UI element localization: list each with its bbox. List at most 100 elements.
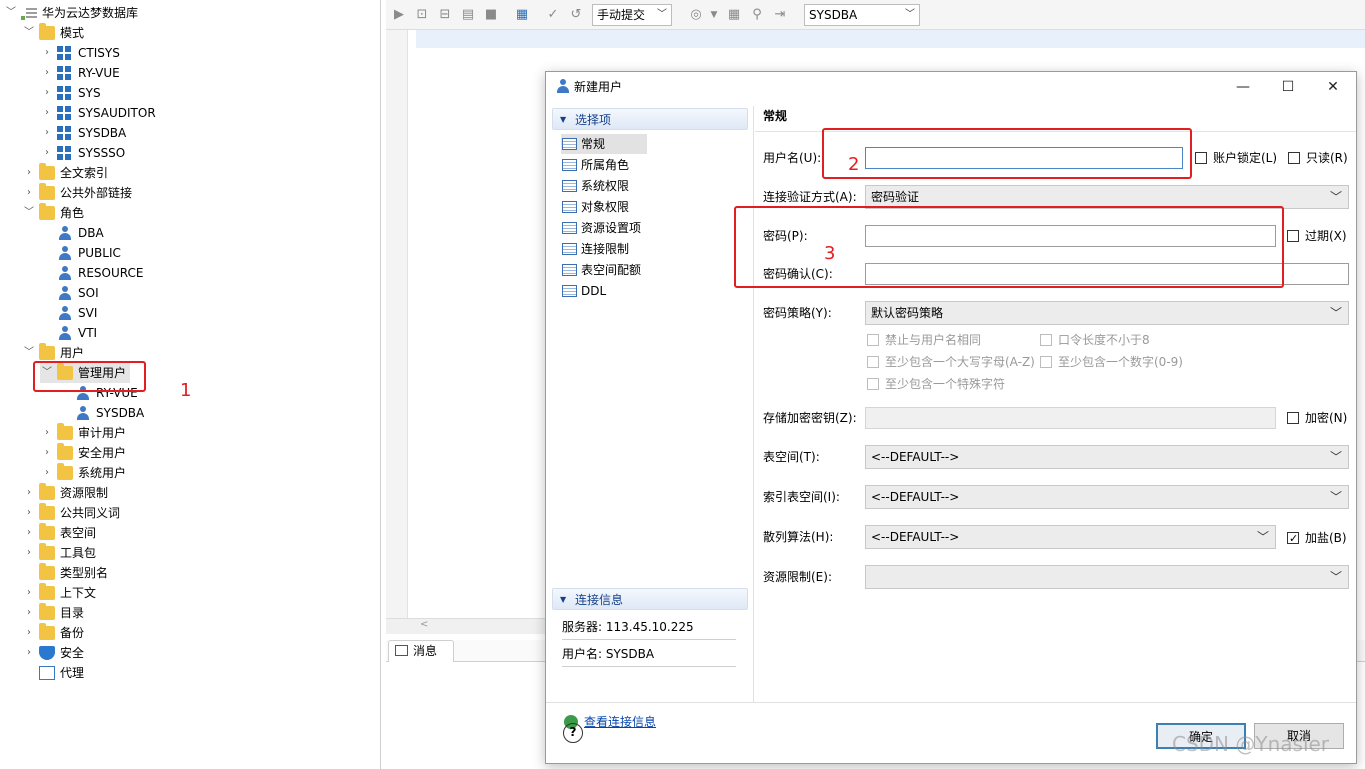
resource-limit-select[interactable]: ﹀ <box>865 565 1349 589</box>
collapse-arrow-icon[interactable]: › <box>40 103 54 123</box>
dropdown-arrow-icon[interactable]: ▼ <box>706 7 722 23</box>
schema-select[interactable]: SYSDBA ﹀ <box>804 4 920 26</box>
tree-schema-item[interactable]: › SYSDBA <box>40 123 126 143</box>
collapse-arrow-icon[interactable]: › <box>22 163 36 183</box>
tree-role-item[interactable]: VTI <box>40 323 97 343</box>
find-icon[interactable]: ⚲ <box>749 7 765 23</box>
tree-role-item[interactable]: SOI <box>40 283 99 303</box>
minimize-icon[interactable]: — <box>1232 76 1254 98</box>
option-connection-limit[interactable]: 连接限制 <box>561 239 629 259</box>
chart-icon[interactable]: ▦ <box>514 7 530 23</box>
index-tablespace-select[interactable]: <--DEFAULT--> ﹀ <box>865 485 1349 509</box>
scroll-left-icon[interactable]: < <box>420 619 428 630</box>
options-header[interactable]: 选择项 <box>552 108 748 131</box>
collapse-arrow-icon[interactable]: › <box>40 83 54 103</box>
dialog-titlebar[interactable]: 新建用户 — ☐ ✕ <box>546 72 1356 102</box>
collapse-arrow-icon[interactable]: › <box>22 623 36 643</box>
tree-role-item[interactable]: DBA <box>40 223 104 243</box>
tree-role-item[interactable]: PUBLIC <box>40 243 121 263</box>
tree-schema-item[interactable]: › SYSSSO <box>40 143 125 163</box>
collapse-arrow-icon[interactable]: › <box>22 543 36 563</box>
expand-arrow-icon[interactable]: ﹀ <box>22 343 36 363</box>
collapse-arrow-icon[interactable]: › <box>40 443 54 463</box>
policy-min-length[interactable]: 口令长度不小于8 <box>1040 331 1150 349</box>
tab-messages[interactable]: 消息 <box>388 640 454 662</box>
tree-roles-folder[interactable]: ﹀ 角色 <box>22 203 84 223</box>
run-line-icon[interactable]: ⊡ <box>414 7 430 23</box>
collapse-arrow-icon[interactable]: › <box>40 123 54 143</box>
tree-users-folder[interactable]: ﹀ 用户 <box>22 343 84 363</box>
collapse-arrow-icon[interactable]: › <box>22 603 36 623</box>
tree-role-item[interactable]: SVI <box>40 303 97 323</box>
tree-folder-item[interactable]: 类型别名 <box>22 563 108 583</box>
tree-security-users[interactable]: › 安全用户 <box>40 443 126 463</box>
collapse-arrow-icon[interactable]: › <box>22 643 36 663</box>
target-icon[interactable]: ◎ <box>688 7 704 23</box>
option-general[interactable]: 常规 <box>561 134 647 154</box>
option-roles[interactable]: 所属角色 <box>561 155 629 175</box>
option-resource-settings[interactable]: 资源设置项 <box>561 218 641 238</box>
maximize-icon[interactable]: ☐ <box>1277 76 1299 98</box>
tree-folder-item[interactable]: › 工具包 <box>22 543 96 563</box>
tree-schema-item[interactable]: › RY-VUE <box>40 63 120 83</box>
tree-schema-item[interactable]: › SYSAUDITOR <box>40 103 156 123</box>
expand-arrow-icon[interactable]: ﹀ <box>22 203 36 223</box>
connection-info-header[interactable]: 连接信息 <box>552 588 748 611</box>
explain-icon[interactable]: ⊟ <box>437 7 453 23</box>
encryption-key-input[interactable] <box>865 407 1276 429</box>
collapse-arrow-icon[interactable]: › <box>40 43 54 63</box>
tree-folder-item[interactable]: › 公共同义词 <box>22 503 120 523</box>
expire-checkbox[interactable]: 过期(X) <box>1287 227 1347 245</box>
tree-folder-item[interactable]: › 上下文 <box>22 583 96 603</box>
option-tablespace-quota[interactable]: 表空间配额 <box>561 260 641 280</box>
commit-icon[interactable]: ✓ <box>545 7 561 23</box>
tree-security[interactable]: › 安全 <box>22 643 84 663</box>
rollback-icon[interactable]: ↺ <box>568 7 584 23</box>
tree-folder-item[interactable]: › 资源限制 <box>22 483 108 503</box>
hash-algorithm-select[interactable]: <--DEFAULT--> ﹀ <box>865 525 1276 549</box>
tree-schema-item[interactable]: › CTISYS <box>40 43 120 63</box>
close-icon[interactable]: ✕ <box>1322 76 1344 98</box>
tree-user-item[interactable]: SYSDBA <box>58 403 144 423</box>
tree-audit-users[interactable]: › 审计用户 <box>40 423 126 443</box>
policy-uppercase[interactable]: 至少包含一个大写字母(A-Z) <box>867 353 1035 371</box>
tree-system-users[interactable]: › 系统用户 <box>40 463 126 483</box>
policy-not-same-as-username[interactable]: 禁止与用户名相同 <box>867 331 981 349</box>
tree-schema-folder[interactable]: ﹀ 模式 <box>22 23 84 43</box>
policy-special-char[interactable]: 至少包含一个特殊字符 <box>867 375 1005 393</box>
script-icon[interactable]: ▤ <box>460 7 476 23</box>
collapse-arrow-icon[interactable]: › <box>40 63 54 83</box>
collapse-arrow-icon[interactable]: › <box>22 583 36 603</box>
option-system-privileges[interactable]: 系统权限 <box>561 176 629 196</box>
collapse-arrow-icon[interactable]: › <box>22 483 36 503</box>
editor-current-line[interactable] <box>416 30 1365 48</box>
collapse-arrow-icon[interactable]: › <box>22 503 36 523</box>
jump-icon[interactable]: ⇥ <box>772 7 788 23</box>
collapse-arrow-icon[interactable]: › <box>22 183 36 203</box>
collapse-arrow-icon[interactable]: › <box>40 463 54 483</box>
help-icon[interactable]: ? <box>563 723 583 743</box>
tree-fulltext[interactable]: › 全文索引 <box>22 163 108 183</box>
tree-proxy[interactable]: 代理 <box>22 663 84 683</box>
expand-arrow-icon[interactable]: ﹀ <box>4 3 18 23</box>
encrypt-checkbox[interactable]: 加密(N) <box>1287 409 1347 427</box>
tree-schema-item[interactable]: › SYS <box>40 83 101 103</box>
commit-mode-select[interactable]: 手动提交 ﹀ <box>592 4 672 26</box>
read-only-checkbox[interactable]: 只读(R) <box>1288 149 1348 167</box>
lock-account-checkbox[interactable]: 账户锁定(L) <box>1195 149 1277 167</box>
tree-folder-item[interactable]: › 目录 <box>22 603 84 623</box>
format-icon[interactable]: ▦ <box>726 7 742 23</box>
stop-icon[interactable]: ■ <box>483 7 499 23</box>
collapse-arrow-icon[interactable]: › <box>40 143 54 163</box>
salt-checkbox[interactable]: 加盐(B) <box>1287 529 1347 548</box>
tree-folder-item[interactable]: › 表空间 <box>22 523 96 543</box>
run-icon[interactable]: ▶ <box>391 7 407 23</box>
expand-arrow-icon[interactable]: ﹀ <box>22 23 36 43</box>
password-policy-select[interactable]: 默认密码策略 ﹀ <box>865 301 1349 325</box>
tree-role-item[interactable]: RESOURCE <box>40 263 143 283</box>
collapse-arrow-icon[interactable]: › <box>40 423 54 443</box>
policy-digit[interactable]: 至少包含一个数字(0-9) <box>1040 353 1183 371</box>
horizontal-scrollbar[interactable]: < <box>386 618 546 634</box>
collapse-arrow-icon[interactable]: › <box>22 523 36 543</box>
tree-folder-item[interactable]: › 备份 <box>22 623 84 643</box>
